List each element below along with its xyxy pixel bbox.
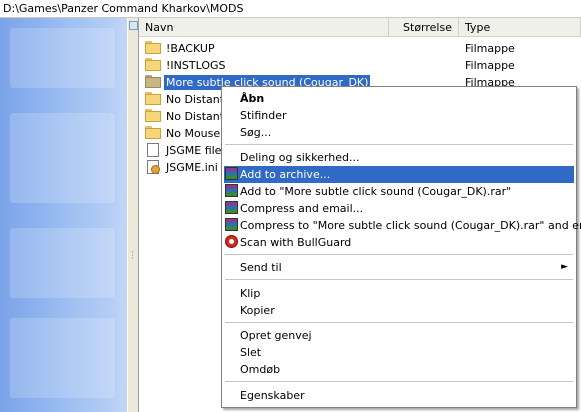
file-row[interactable]: !INSTLOGS Filmappe xyxy=(145,57,575,74)
collapse-arrow-icon[interactable] xyxy=(129,21,138,30)
menu-item-compress-rar-email[interactable]: Compress to "More subtle click sound (Co… xyxy=(224,217,581,234)
menu-item-open[interactable]: Åbn xyxy=(224,90,574,107)
menu-item-add-to-rar[interactable]: Add to "More subtle click sound (Cougar_… xyxy=(224,183,574,200)
menu-separator xyxy=(225,254,573,255)
menu-item-label: Søg... xyxy=(240,126,272,139)
menu-item-add-to-archive[interactable]: Add to archive... xyxy=(224,166,574,183)
menu-item-label: Scan with BullGuard xyxy=(240,236,352,249)
task-pane-block xyxy=(10,318,115,398)
menu-item-create-shortcut[interactable]: Opret genvej xyxy=(224,327,574,344)
menu-item-label: Stifinder xyxy=(240,109,287,122)
menu-separator xyxy=(225,381,573,382)
column-header-type[interactable]: Type xyxy=(459,18,581,37)
folder-icon xyxy=(145,41,161,55)
submenu-arrow-icon: ► xyxy=(561,262,568,272)
pane-splitter[interactable]: · · · xyxy=(127,18,139,412)
menu-item-label: Slet xyxy=(240,346,262,359)
menu-item-label: Compress to "More subtle click sound (Co… xyxy=(240,219,581,232)
menu-item-label: Omdøb xyxy=(240,363,281,376)
menu-item-properties[interactable]: Egenskaber xyxy=(224,387,574,404)
column-header-name[interactable]: Navn xyxy=(139,18,389,37)
grip-icon: · · · xyxy=(131,248,134,264)
menu-item-cut[interactable]: Klip xyxy=(224,285,574,302)
menu-separator xyxy=(225,322,573,323)
menu-item-label: Send til xyxy=(240,261,282,274)
menu-item-label: Compress and email... xyxy=(240,202,364,215)
menu-separator xyxy=(225,144,573,145)
task-pane-block xyxy=(10,113,115,203)
file-type: Filmappe xyxy=(465,42,515,55)
menu-item-label: Kopier xyxy=(240,304,275,317)
file-name: JSGME.ini xyxy=(166,161,218,174)
file-type: Filmappe xyxy=(465,59,515,72)
file-row[interactable]: !BACKUP Filmappe xyxy=(145,40,575,57)
file-name: !BACKUP xyxy=(166,42,215,55)
menu-item-send-to[interactable]: Send til ► xyxy=(224,259,574,276)
menu-item-explore[interactable]: Stifinder xyxy=(224,107,574,124)
column-header-size-label: Størrelse xyxy=(403,21,452,34)
address-path: D:\Games\Panzer Command Kharkov\MODS xyxy=(3,2,244,15)
context-menu: Åbn Stifinder Søg... Deling og sikkerhed… xyxy=(221,86,581,408)
winrar-icon xyxy=(225,201,238,214)
menu-separator xyxy=(225,279,573,280)
folder-icon xyxy=(145,92,161,106)
menu-item-search[interactable]: Søg... xyxy=(224,124,574,141)
column-header-size[interactable]: Størrelse xyxy=(389,18,459,37)
task-pane-block xyxy=(10,28,115,88)
task-pane xyxy=(0,18,127,412)
menu-item-compress-email[interactable]: Compress and email... xyxy=(224,200,574,217)
file-name: !INSTLOGS xyxy=(166,59,226,72)
task-pane-block xyxy=(10,228,115,298)
folder-icon xyxy=(145,58,161,72)
menu-item-copy[interactable]: Kopier xyxy=(224,302,574,319)
menu-item-label: Add to "More subtle click sound (Cougar_… xyxy=(240,185,512,198)
menu-item-scan-bullguard[interactable]: Scan with BullGuard xyxy=(224,234,574,251)
menu-item-label: Egenskaber xyxy=(240,389,305,402)
menu-item-rename[interactable]: Omdøb xyxy=(224,361,574,378)
menu-item-label: Opret genvej xyxy=(240,329,312,342)
winrar-icon xyxy=(225,184,238,197)
winrar-icon xyxy=(225,218,238,231)
menu-item-delete[interactable]: Slet xyxy=(224,344,574,361)
menu-item-label: Deling og sikkerhed... xyxy=(240,151,360,164)
folder-icon xyxy=(145,109,161,123)
folder-icon xyxy=(145,126,161,140)
menu-item-label: Add to archive... xyxy=(240,168,331,181)
text-file-icon xyxy=(145,143,161,157)
folder-icon xyxy=(145,75,161,89)
menu-item-label: Klip xyxy=(240,287,261,300)
address-bar[interactable]: D:\Games\Panzer Command Kharkov\MODS xyxy=(0,0,581,18)
menu-item-label: Åbn xyxy=(240,92,265,105)
column-header-name-label: Navn xyxy=(145,21,174,34)
ini-file-icon xyxy=(145,160,161,174)
winrar-icon xyxy=(225,167,238,180)
menu-item-sharing[interactable]: Deling og sikkerhed... xyxy=(224,149,574,166)
column-header-type-label: Type xyxy=(465,21,491,34)
bullguard-icon xyxy=(225,235,238,248)
